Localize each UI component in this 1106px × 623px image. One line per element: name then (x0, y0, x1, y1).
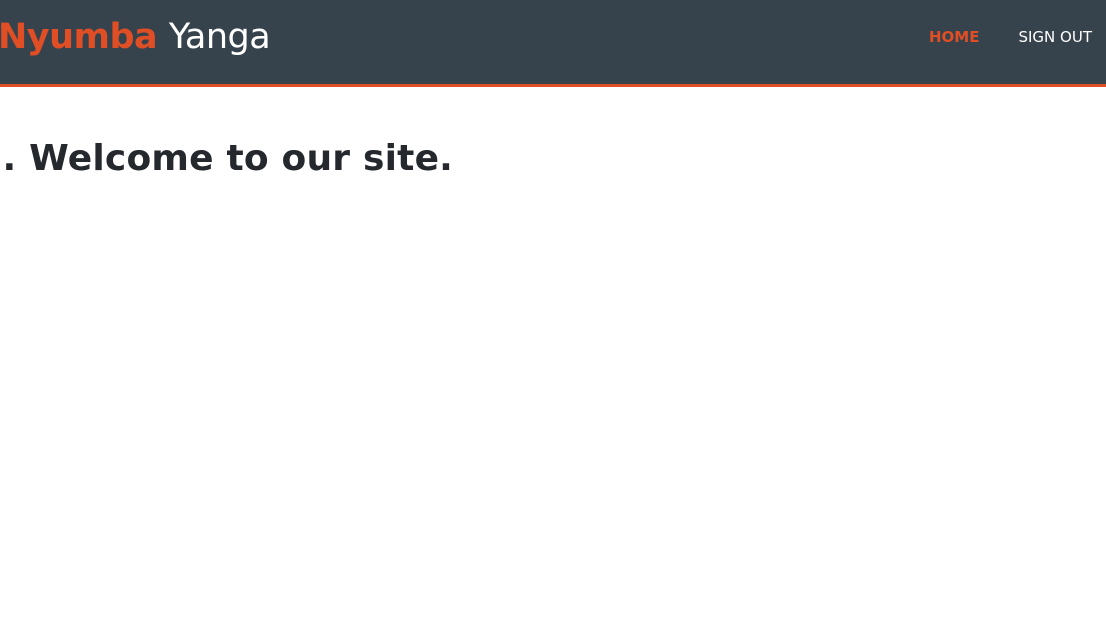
brand-name-part1: Nyumba (0, 17, 158, 57)
welcome-heading: i. Welcome to our site. (0, 138, 454, 179)
navbar: Nyumba Yanga HOME SIGN OUT (0, 0, 1106, 87)
brand-name-part2: Yanga (168, 17, 271, 57)
nav-home-link[interactable]: HOME (929, 30, 979, 45)
nav-signout-link[interactable]: SIGN OUT (1018, 30, 1092, 45)
brand-logo[interactable]: Nyumba Yanga (0, 17, 271, 57)
main-nav: HOME SIGN OUT (929, 30, 1092, 45)
